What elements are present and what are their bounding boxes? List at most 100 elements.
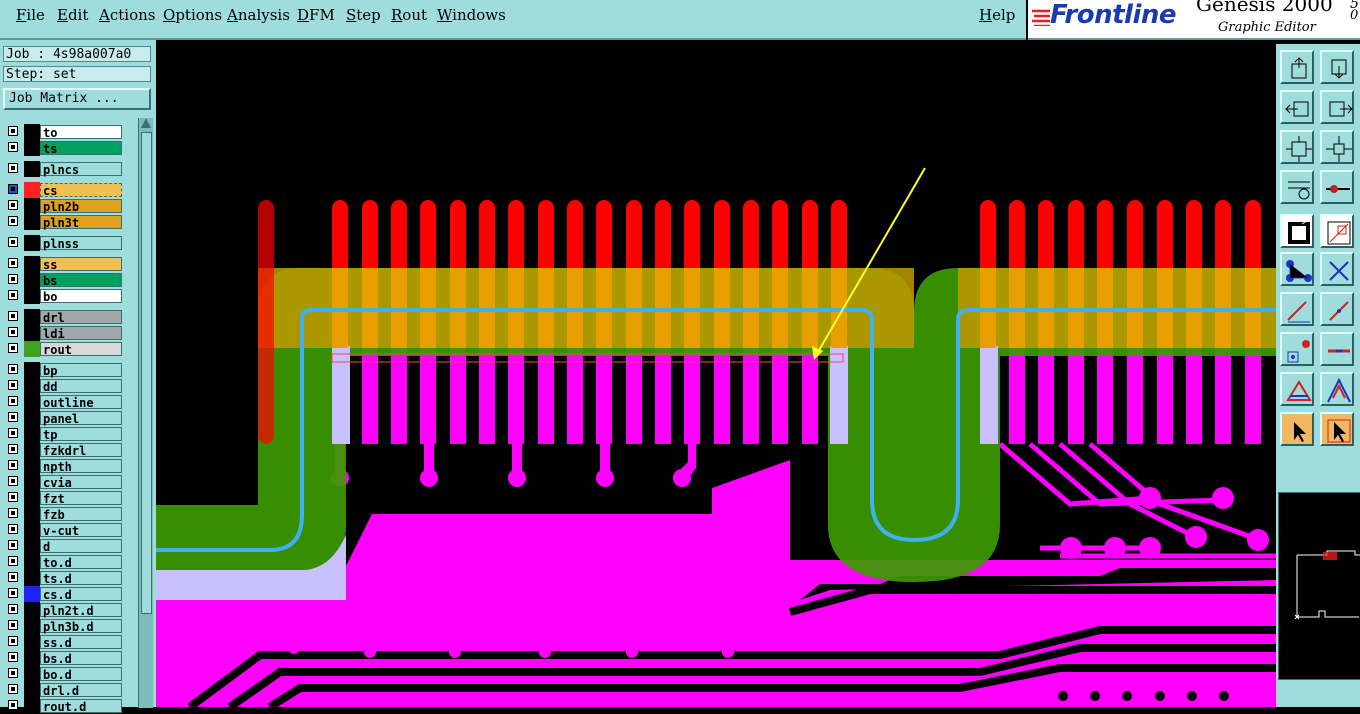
- layer-row-pln2b[interactable]: pln2b: [4, 198, 128, 214]
- layer-name[interactable]: bs.d: [40, 651, 122, 666]
- menu-step[interactable]: Step: [346, 6, 381, 24]
- layer-name[interactable]: cs: [40, 183, 122, 198]
- layer-name[interactable]: v-cut: [40, 523, 122, 538]
- layer-row-ss[interactable]: ss: [4, 256, 128, 272]
- layer-row-bo.d[interactable]: bo.d: [4, 666, 128, 682]
- layer-name[interactable]: ss: [40, 257, 122, 272]
- layer-visible-checkbox[interactable]: [8, 343, 18, 353]
- menu-options[interactable]: Options: [163, 6, 222, 24]
- layer-visible-checkbox[interactable]: [8, 508, 18, 518]
- center-icon[interactable]: [1320, 130, 1354, 164]
- pointer-icon[interactable]: [1280, 412, 1314, 446]
- layer-color-swatch[interactable]: [24, 410, 40, 426]
- layer-row-ts[interactable]: ts: [4, 140, 128, 156]
- net-icon[interactable]: [1280, 252, 1314, 286]
- layer-color-swatch[interactable]: [24, 602, 40, 618]
- layer-color-swatch[interactable]: [24, 378, 40, 394]
- layer-visible-checkbox[interactable]: [8, 476, 18, 486]
- layer-row-dd[interactable]: dd: [4, 378, 128, 394]
- layer-row-pln3b.d[interactable]: pln3b.d: [4, 618, 128, 634]
- layer-name[interactable]: ts: [40, 141, 122, 156]
- layer-color-swatch[interactable]: [24, 474, 40, 490]
- layer-name[interactable]: pln3t: [40, 215, 122, 230]
- menu-rout[interactable]: Rout: [391, 6, 427, 24]
- layer-row-d[interactable]: d: [4, 538, 128, 554]
- line-icon[interactable]: [1280, 292, 1314, 326]
- layer-visible-checkbox[interactable]: [8, 290, 18, 300]
- layer-color-swatch[interactable]: [24, 618, 40, 634]
- layer-name[interactable]: panel: [40, 411, 122, 426]
- layer-color-swatch[interactable]: [24, 442, 40, 458]
- pad-icon[interactable]: [1280, 332, 1314, 366]
- layer-color-swatch[interactable]: [24, 490, 40, 506]
- layer-name[interactable]: fzb: [40, 507, 122, 522]
- menu-file[interactable]: File: [16, 6, 45, 24]
- layer-color-swatch[interactable]: [24, 124, 40, 140]
- menu-edit[interactable]: Edit: [57, 6, 88, 24]
- layer-row-ts.d[interactable]: ts.d: [4, 570, 128, 586]
- layer-color-swatch[interactable]: [24, 272, 40, 288]
- layer-color-swatch[interactable]: [24, 214, 40, 230]
- layer-row-pln2t.d[interactable]: pln2t.d: [4, 602, 128, 618]
- pan-left-icon[interactable]: [1280, 90, 1314, 124]
- layer-name[interactable]: pln2b: [40, 199, 122, 214]
- layer-row-ss.d[interactable]: ss.d: [4, 634, 128, 650]
- zoom-home-icon[interactable]: [1280, 50, 1314, 84]
- layer-row-rout[interactable]: rout: [4, 341, 128, 357]
- layer-visible-checkbox[interactable]: [8, 216, 18, 226]
- layer-name[interactable]: ss.d: [40, 635, 122, 650]
- snap-icon[interactable]: [1320, 170, 1354, 204]
- zoom-in-icon[interactable]: [1320, 50, 1354, 84]
- layer-color-swatch[interactable]: [24, 362, 40, 378]
- layer-color-swatch[interactable]: [24, 309, 40, 325]
- triangle2-icon[interactable]: [1320, 372, 1354, 406]
- layer-row-to[interactable]: to: [4, 124, 128, 140]
- measure-icon[interactable]: [1280, 170, 1314, 204]
- layer-row-v-cut[interactable]: v-cut: [4, 522, 128, 538]
- layer-name[interactable]: to.d: [40, 555, 122, 570]
- layer-color-swatch[interactable]: [24, 256, 40, 272]
- layer-visible-checkbox[interactable]: [8, 258, 18, 268]
- layer-visible-checkbox[interactable]: [8, 684, 18, 694]
- layer-visible-checkbox[interactable]: [8, 460, 18, 470]
- layer-visible-checkbox[interactable]: [8, 184, 18, 194]
- layer-row-cs.d[interactable]: cs.d: [4, 586, 128, 602]
- layer-name[interactable]: rout: [40, 342, 122, 357]
- layer-row-drl.d[interactable]: drl.d: [4, 682, 128, 698]
- layer-visible-checkbox[interactable]: [8, 700, 18, 710]
- layer-row-cvia[interactable]: cvia: [4, 474, 128, 490]
- layer-name[interactable]: pln2t.d: [40, 603, 122, 618]
- layer-visible-checkbox[interactable]: [8, 142, 18, 152]
- triangle-icon[interactable]: [1280, 372, 1314, 406]
- layer-visible-checkbox[interactable]: [8, 540, 18, 550]
- layer-color-swatch[interactable]: [24, 458, 40, 474]
- layer-name[interactable]: dd: [40, 379, 122, 394]
- layer-color-swatch[interactable]: [24, 140, 40, 156]
- layer-name[interactable]: cvia: [40, 475, 122, 490]
- layer-name[interactable]: ts.d: [40, 571, 122, 586]
- layer-color-swatch[interactable]: [24, 666, 40, 682]
- menu-help[interactable]: Help: [979, 6, 1015, 24]
- layer-name[interactable]: plncs: [40, 162, 122, 177]
- layer-row-cs[interactable]: cs: [4, 182, 128, 198]
- layer-name[interactable]: plnss: [40, 236, 122, 251]
- layer-color-swatch[interactable]: [24, 634, 40, 650]
- layer-row-rout.d[interactable]: rout.d: [4, 698, 128, 714]
- layer-visible-checkbox[interactable]: [8, 364, 18, 374]
- layer-visible-checkbox[interactable]: [8, 237, 18, 247]
- layer-visible-checkbox[interactable]: [8, 572, 18, 582]
- layer-color-swatch[interactable]: [24, 522, 40, 538]
- layer-visible-checkbox[interactable]: [8, 588, 18, 598]
- layer-visible-checkbox[interactable]: [8, 396, 18, 406]
- layer-color-swatch[interactable]: [24, 341, 40, 357]
- layer-name[interactable]: fzkdrl: [40, 443, 122, 458]
- layer-row-fzkdrl[interactable]: fzkdrl: [4, 442, 128, 458]
- layer-row-plncs[interactable]: plncs: [4, 161, 128, 177]
- layer-color-swatch[interactable]: [24, 182, 40, 198]
- menu-analysis[interactable]: Analysis: [227, 6, 290, 24]
- layer-visible-checkbox[interactable]: [8, 274, 18, 284]
- layer-name[interactable]: bo: [40, 289, 122, 304]
- layer-color-swatch[interactable]: [24, 426, 40, 442]
- layer-visible-checkbox[interactable]: [8, 444, 18, 454]
- layer-color-swatch[interactable]: [24, 682, 40, 698]
